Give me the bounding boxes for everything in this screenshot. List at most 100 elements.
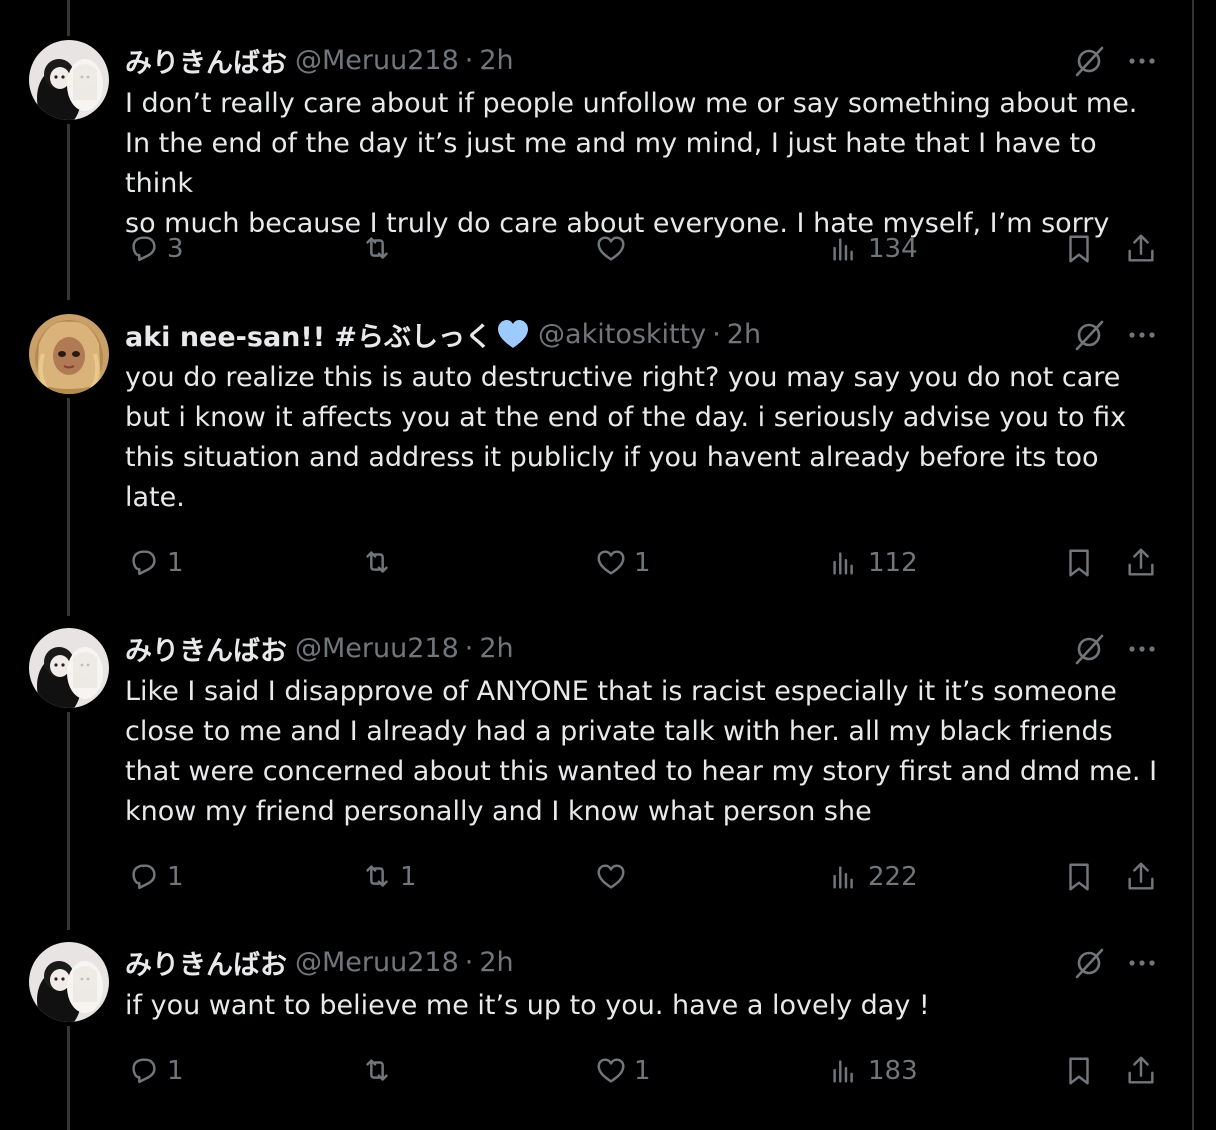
grok-icon[interactable] [1072, 44, 1106, 78]
user-handle[interactable]: @akitoskitty [538, 319, 706, 350]
display-name[interactable]: みりきんばお [125, 629, 287, 668]
reply-icon [132, 550, 156, 576]
view-count: 222 [868, 862, 918, 892]
reply-button[interactable]: 1 [127, 543, 184, 583]
user-handle[interactable]: @Meruu218 [295, 947, 459, 978]
reply-count: 1 [167, 548, 184, 578]
timeline-right-border [1192, 0, 1194, 1130]
share-button[interactable] [1124, 1051, 1158, 1091]
timestamp[interactable]: 2h [479, 633, 513, 664]
reply-count: 3 [167, 234, 184, 264]
repost-button[interactable]: 1 [360, 857, 417, 897]
avatar[interactable] [29, 628, 109, 708]
avatar[interactable] [29, 314, 109, 394]
tweet-header: みりきんばお @Meruu218 · 2h [125, 628, 514, 668]
like-button[interactable] [594, 229, 634, 269]
repost-button[interactable] [360, 543, 400, 583]
heart-icon [597, 864, 625, 889]
thread-line [67, 712, 70, 930]
like-count: 1 [634, 548, 651, 578]
separator: · [464, 632, 474, 664]
timestamp[interactable]: 2h [479, 45, 513, 76]
bookmark-button[interactable] [1062, 1051, 1096, 1091]
views-icon [833, 552, 853, 575]
reply-icon [132, 236, 156, 262]
tweet-actions: 1 1 112 [0, 543, 1190, 583]
bookmark-icon [1069, 235, 1089, 263]
bookmark-button[interactable] [1062, 543, 1096, 583]
heart-icon [597, 550, 625, 575]
thread-line [67, 398, 70, 616]
more-options-icon[interactable] [1124, 318, 1160, 352]
grok-icon[interactable] [1072, 318, 1106, 352]
timestamp[interactable]: 2h [479, 947, 513, 978]
reply-button[interactable]: 1 [127, 1051, 184, 1091]
display-name[interactable]: みりきんばお [125, 41, 287, 80]
bookmark-icon [1069, 549, 1089, 577]
like-button[interactable]: 1 [594, 1051, 651, 1091]
display-name[interactable]: aki nee-san!! #らぶしっく [125, 315, 492, 354]
views-button[interactable]: 222 [828, 857, 918, 897]
tweet-actions: 1 1 222 [0, 857, 1190, 897]
avatar[interactable] [29, 942, 109, 1022]
tweet-header: みりきんばお @Meruu218 · 2h [125, 40, 514, 80]
user-handle[interactable]: @Meruu218 [295, 633, 459, 664]
tweet-header: aki nee-san!! #らぶしっく @akitoskitty · 2h [125, 314, 761, 354]
reply-count: 1 [167, 862, 184, 892]
view-count: 183 [868, 1056, 918, 1086]
heart-icon [597, 1058, 625, 1083]
tweet-header: みりきんばお @Meruu218 · 2h [125, 942, 514, 982]
bookmark-icon [1069, 863, 1089, 891]
timestamp[interactable]: 2h [727, 319, 761, 350]
reply-button[interactable]: 1 [127, 857, 184, 897]
view-count: 134 [868, 234, 918, 264]
share-button[interactable] [1124, 857, 1158, 897]
views-button[interactable]: 183 [828, 1051, 918, 1091]
bookmark-icon [1069, 1057, 1089, 1085]
reply-icon [132, 1058, 156, 1084]
views-icon [833, 238, 853, 261]
share-button[interactable] [1124, 543, 1158, 583]
user-handle[interactable]: @Meruu218 [295, 45, 459, 76]
tweet-text: I don’t really care about if people unfo… [125, 88, 1138, 239]
views-icon [833, 866, 853, 889]
grok-icon[interactable] [1072, 632, 1106, 666]
bookmark-button[interactable] [1062, 857, 1096, 897]
repost-count: 1 [400, 862, 417, 892]
more-options-icon[interactable] [1124, 632, 1160, 666]
repost-icon [366, 551, 388, 573]
tweet-text: Like I said I disapprove of ANYONE that … [125, 676, 1158, 827]
repost-icon [366, 237, 388, 259]
bookmark-button[interactable] [1062, 229, 1096, 269]
more-options-icon[interactable] [1124, 44, 1160, 78]
tweet-text: if you want to believe me it’s up to you… [125, 990, 930, 1021]
like-button[interactable]: 1 [594, 543, 651, 583]
reply-count: 1 [167, 1056, 184, 1086]
tweet-actions: 1 1 183 [0, 1051, 1190, 1091]
reply-button[interactable]: 3 [127, 229, 184, 269]
like-button[interactable] [594, 857, 634, 897]
repost-button[interactable] [360, 229, 400, 269]
repost-button[interactable] [360, 1051, 400, 1091]
views-button[interactable]: 112 [828, 543, 918, 583]
share-icon [1128, 548, 1154, 576]
tweet-actions: 3 134 [0, 229, 1190, 269]
repost-icon [366, 865, 388, 887]
separator: · [464, 946, 474, 978]
display-name[interactable]: みりきんばお [125, 943, 287, 982]
views-button[interactable]: 134 [828, 229, 918, 269]
view-count: 112 [868, 548, 918, 578]
avatar[interactable] [29, 40, 109, 120]
grok-icon[interactable] [1072, 946, 1106, 980]
share-icon [1128, 862, 1154, 890]
like-count: 1 [634, 1056, 651, 1086]
separator: · [712, 318, 721, 350]
share-button[interactable] [1124, 229, 1158, 269]
more-options-icon[interactable] [1124, 946, 1160, 980]
thread-line [67, 124, 70, 300]
reply-icon [132, 864, 156, 890]
separator: · [464, 44, 474, 76]
blue-heart-icon [498, 320, 529, 348]
repost-icon [366, 1059, 388, 1081]
share-icon [1128, 1056, 1154, 1084]
